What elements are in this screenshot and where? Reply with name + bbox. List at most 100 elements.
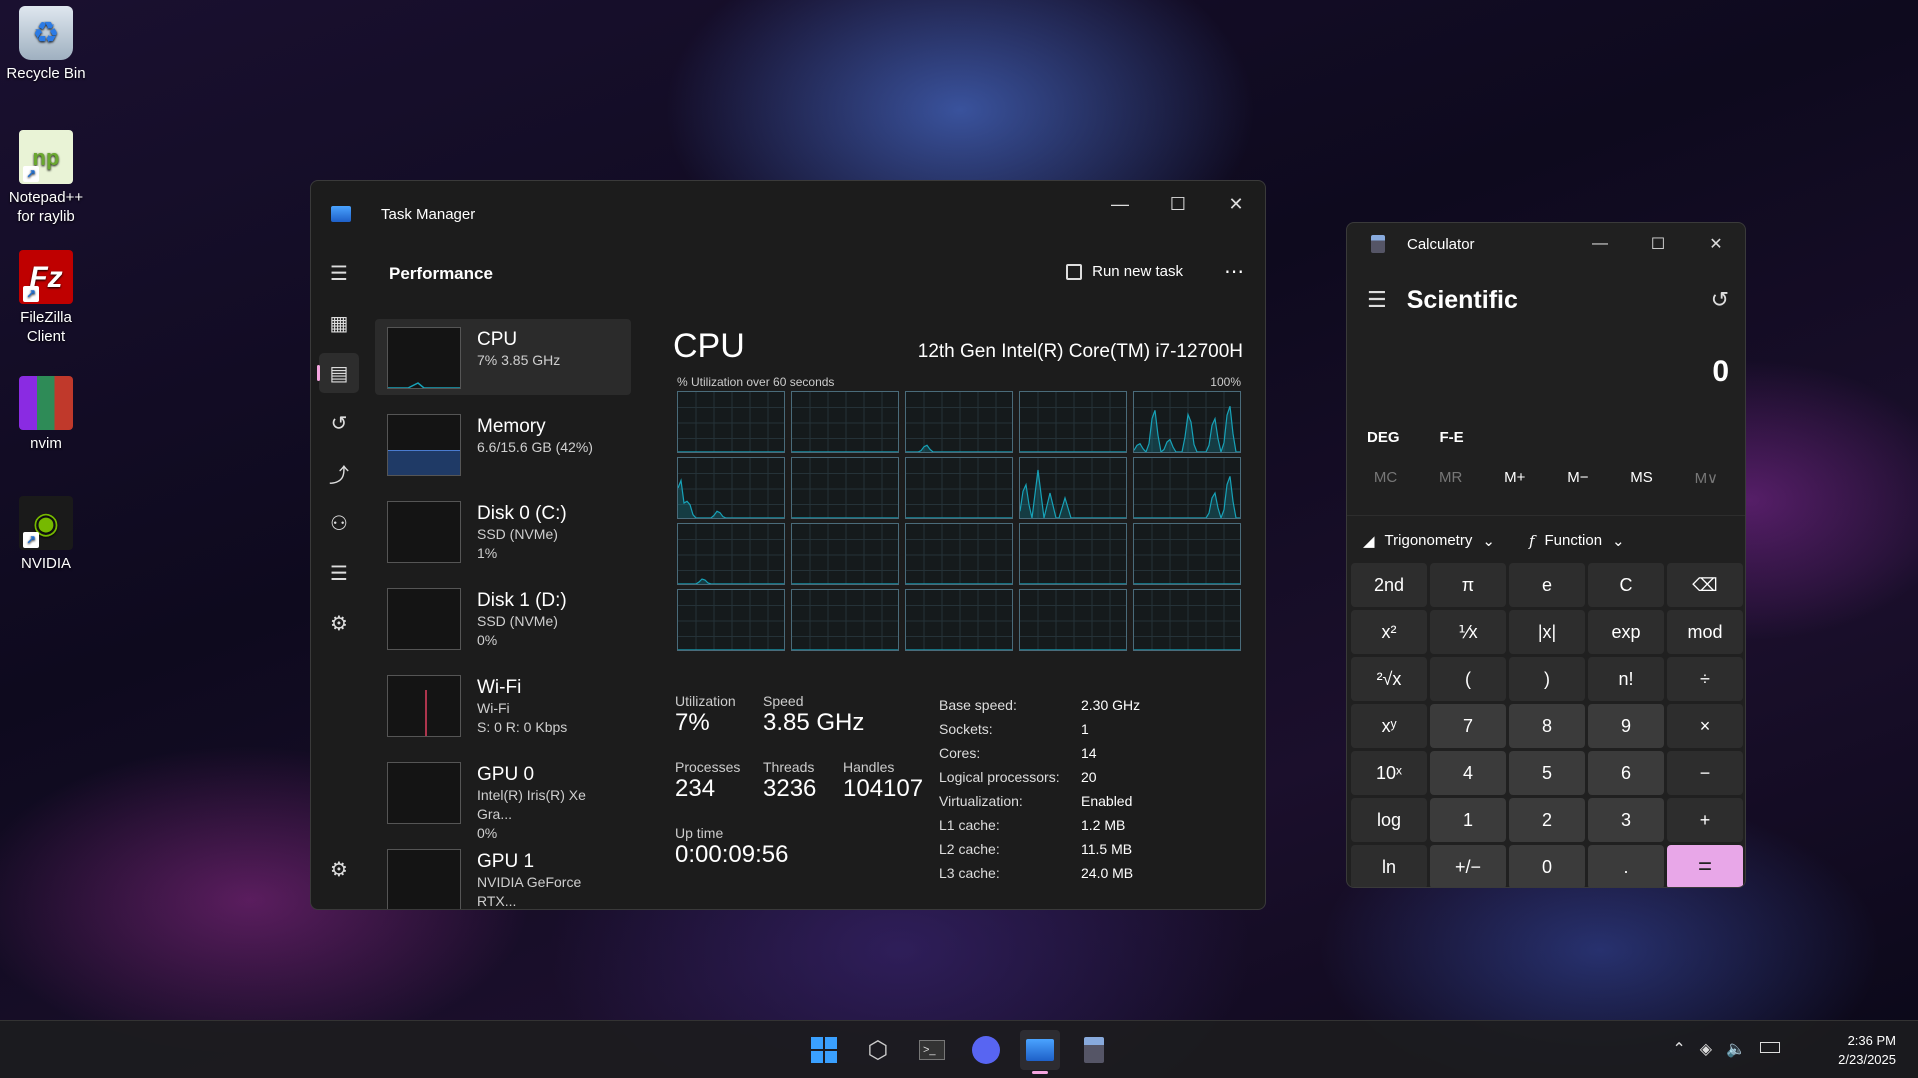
calc-key-button[interactable]: e bbox=[1509, 563, 1585, 607]
memory-m-plus-button[interactable]: M+ bbox=[1504, 469, 1525, 487]
windows-logo-icon bbox=[811, 1037, 837, 1063]
calc-key-button[interactable]: n! bbox=[1588, 657, 1664, 701]
calc-key-button[interactable]: − bbox=[1667, 751, 1743, 795]
calc-window-title: Calculator bbox=[1407, 235, 1475, 253]
taskbar-task-manager-icon[interactable] bbox=[1020, 1030, 1060, 1074]
memory-m-minus-button[interactable]: M− bbox=[1567, 469, 1588, 487]
desktop-icon-nvidia[interactable]: ◉ ↗ NVIDIA bbox=[6, 496, 86, 573]
resource-item-gpu-0[interactable]: GPU 0 Intel(R) Iris(R) Xe Gra... 0% bbox=[375, 754, 631, 841]
calc-key-button[interactable]: ⌫ bbox=[1667, 563, 1743, 607]
calc-minimize-button[interactable]: — bbox=[1571, 223, 1629, 265]
deg-toggle[interactable]: DEG bbox=[1367, 429, 1400, 446]
calc-key-button[interactable]: 5 bbox=[1509, 751, 1585, 795]
resource-thumbnail-graph bbox=[387, 414, 461, 476]
services-icon[interactable]: ⚙ bbox=[319, 603, 359, 643]
chevron-up-icon[interactable]: ⌃ bbox=[1672, 1039, 1685, 1059]
logical-processor-graph bbox=[791, 523, 899, 585]
close-button[interactable]: ✕ bbox=[1207, 181, 1265, 227]
calc-close-button[interactable]: ✕ bbox=[1687, 223, 1745, 265]
minimize-button[interactable]: — bbox=[1091, 181, 1149, 227]
performance-icon[interactable]: ▤ bbox=[317, 353, 359, 393]
calc-key-button[interactable]: . bbox=[1588, 845, 1664, 887]
calc-key-button[interactable]: ( bbox=[1430, 657, 1506, 701]
calc-key-button[interactable]: ln bbox=[1351, 845, 1427, 887]
resource-item-wi-fi[interactable]: Wi-Fi Wi-Fi S: 0 R: 0 Kbps bbox=[375, 667, 631, 743]
wifi-icon[interactable]: ◈ bbox=[1700, 1039, 1712, 1059]
volume-icon[interactable]: 🔈 bbox=[1726, 1039, 1746, 1059]
memory-m-list-button[interactable]: M∨ bbox=[1695, 469, 1718, 487]
logical-processor-graph bbox=[677, 457, 785, 519]
calc-key-button[interactable]: C bbox=[1588, 563, 1664, 607]
calc-key-button[interactable]: ) bbox=[1509, 657, 1585, 701]
calc-key-button[interactable]: π bbox=[1430, 563, 1506, 607]
calc-maximize-button[interactable]: ☐ bbox=[1629, 223, 1687, 265]
run-new-task-button[interactable]: Run new task bbox=[1066, 263, 1183, 280]
settings-gear-icon[interactable]: ⚙ bbox=[319, 849, 359, 889]
clock-date: 2/23/2025 bbox=[1838, 1052, 1896, 1067]
calc-key-button[interactable]: + bbox=[1667, 798, 1743, 842]
function-dropdown[interactable]: f Function ⌄ bbox=[1529, 532, 1625, 550]
spec-row: Cores: 14 bbox=[939, 741, 1140, 765]
more-options-button[interactable]: ⋯ bbox=[1224, 259, 1245, 284]
calc-key-button[interactable]: x² bbox=[1351, 610, 1427, 654]
resource-item-disk-0-c[interactable]: Disk 0 (C:) SSD (NVMe) 1% bbox=[375, 493, 631, 569]
resource-item-cpu[interactable]: CPU 7% 3.85 GHz bbox=[375, 319, 631, 395]
app-history-icon[interactable]: ↺ bbox=[319, 403, 359, 443]
calc-key-button[interactable]: 4 bbox=[1430, 751, 1506, 795]
battery-icon[interactable] bbox=[1760, 1042, 1780, 1053]
calc-key-button[interactable]: 10ˣ bbox=[1351, 751, 1427, 795]
taskbar-unity-icon[interactable]: ⬡ bbox=[858, 1030, 898, 1070]
startup-apps-icon[interactable]: ⤴ bbox=[319, 453, 359, 493]
function-icon: f bbox=[1528, 531, 1535, 550]
details-icon[interactable]: ☰ bbox=[319, 553, 359, 593]
calc-key-button[interactable]: exp bbox=[1588, 610, 1664, 654]
desktop-icon-notepadpp[interactable]: np ↗ Notepad++ for raylib bbox=[6, 130, 86, 226]
resource-info: Wi-Fi Wi-Fi S: 0 R: 0 Kbps bbox=[477, 675, 567, 735]
processes-icon[interactable]: ▦ bbox=[319, 303, 359, 343]
history-icon[interactable]: ↺ bbox=[1711, 287, 1729, 313]
memory-mc-button[interactable]: MC bbox=[1374, 469, 1397, 487]
calc-key-button[interactable]: = bbox=[1667, 845, 1743, 887]
calc-key-button[interactable]: 1 bbox=[1430, 798, 1506, 842]
resource-item-gpu-1[interactable]: GPU 1NVIDIA GeForce RTX...0% (47 °C) bbox=[375, 841, 631, 909]
resource-item-memory[interactable]: Memory 6.6/15.6 GB (42%) bbox=[375, 406, 631, 482]
calc-key-button[interactable]: 3 bbox=[1588, 798, 1664, 842]
desktop-icon-filezilla[interactable]: Fz ↗ FileZilla Client bbox=[6, 250, 86, 346]
calc-key-button[interactable]: mod bbox=[1667, 610, 1743, 654]
calc-key-button[interactable]: 2 bbox=[1509, 798, 1585, 842]
calc-key-button[interactable]: |x| bbox=[1509, 610, 1585, 654]
logical-processor-graph bbox=[1133, 523, 1241, 585]
taskbar-discord-icon[interactable] bbox=[966, 1030, 1006, 1070]
calc-key-button[interactable]: log bbox=[1351, 798, 1427, 842]
calc-key-button[interactable]: 6 bbox=[1588, 751, 1664, 795]
calc-key-button[interactable]: 9 bbox=[1588, 704, 1664, 748]
maximize-button[interactable]: ☐ bbox=[1149, 181, 1207, 227]
hamburger-menu-icon[interactable]: ☰ bbox=[319, 253, 359, 293]
desktop-icon-recycle-bin[interactable]: ♻ Recycle Bin bbox=[6, 6, 86, 83]
start-button[interactable] bbox=[804, 1030, 844, 1070]
hamburger-menu-icon[interactable]: ☰ bbox=[1367, 287, 1387, 313]
calc-key-button[interactable]: 7 bbox=[1430, 704, 1506, 748]
spec-key: L1 cache: bbox=[939, 817, 1000, 833]
calc-key-button[interactable]: ²√x bbox=[1351, 657, 1427, 701]
fe-toggle[interactable]: F-E bbox=[1440, 429, 1464, 446]
trigonometry-dropdown[interactable]: ◢ Trigonometry ⌄ bbox=[1363, 532, 1495, 550]
users-icon[interactable]: ⚇ bbox=[319, 503, 359, 543]
taskbar-calculator-icon[interactable] bbox=[1074, 1030, 1114, 1070]
calc-key-button[interactable]: +/− bbox=[1430, 845, 1506, 887]
clock[interactable]: 2:36 PM 2/23/2025 bbox=[1838, 1031, 1896, 1069]
calc-key-button[interactable]: 0 bbox=[1509, 845, 1585, 887]
calc-key-button[interactable]: xʸ bbox=[1351, 704, 1427, 748]
calc-key-button[interactable]: ÷ bbox=[1667, 657, 1743, 701]
shortcut-arrow-icon: ↗ bbox=[23, 286, 39, 302]
calc-key-button[interactable]: 2nd bbox=[1351, 563, 1427, 607]
calc-key-button[interactable]: ⅟x bbox=[1430, 610, 1506, 654]
memory-ms-button[interactable]: MS bbox=[1630, 469, 1653, 487]
spec-row: Logical processors: 20 bbox=[939, 765, 1140, 789]
taskbar-terminal-icon[interactable]: >_ bbox=[912, 1030, 952, 1070]
calc-key-button[interactable]: 8 bbox=[1509, 704, 1585, 748]
resource-item-disk-1-d[interactable]: Disk 1 (D:) SSD (NVMe) 0% bbox=[375, 580, 631, 656]
memory-mr-button[interactable]: MR bbox=[1439, 469, 1462, 487]
calc-key-button[interactable]: × bbox=[1667, 704, 1743, 748]
desktop-icon-nvim[interactable]: nvim bbox=[6, 376, 86, 453]
